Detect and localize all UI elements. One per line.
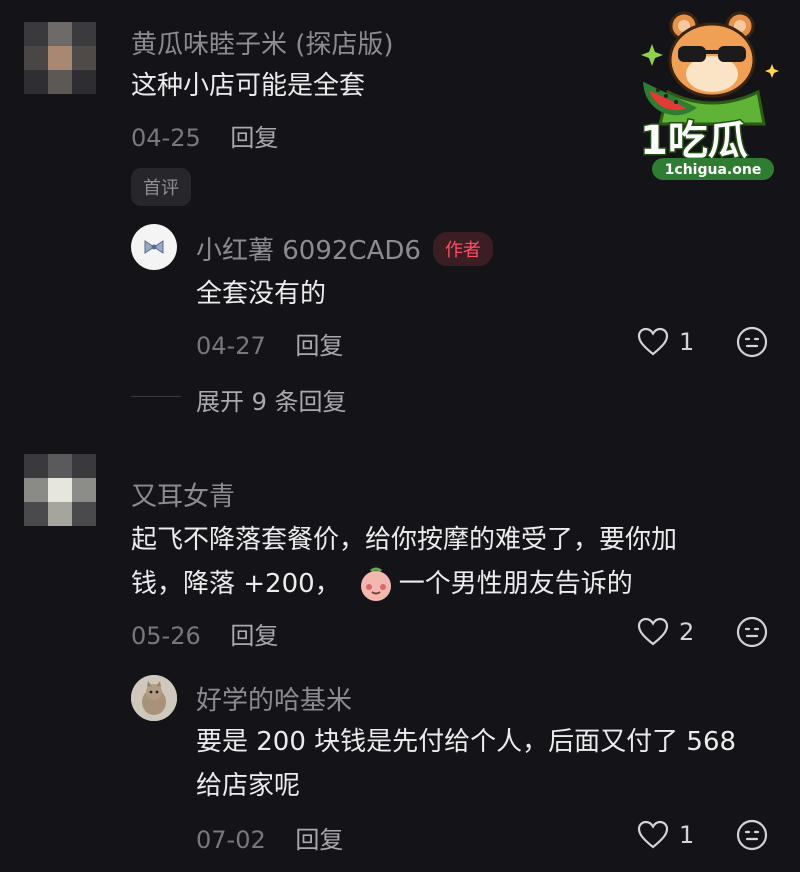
replier-name[interactable]: 小红薯 6092CAD6: [196, 230, 421, 267]
like-button[interactable]: 1: [637, 820, 694, 850]
expand-replies-button[interactable]: 展开 9 条回复: [196, 382, 347, 417]
emoji-react-button[interactable]: [736, 819, 768, 855]
cat-avatar-icon: [131, 675, 177, 721]
commenter-name[interactable]: 黄瓜味睦子米 (探店版): [131, 24, 394, 61]
comment-text-line-1: 起飞不降落套餐价，给你按摩的难受了，要你加: [131, 525, 678, 555]
watermark-logo: 1吃瓜 1chigua.one: [632, 4, 792, 186]
comment-text-part: 一个男性朋友告诉的: [398, 569, 633, 599]
bow-icon: [144, 240, 164, 254]
emoji-react-button[interactable]: [736, 616, 768, 652]
like-button[interactable]: 2: [637, 617, 694, 647]
blush-emoji-icon: [357, 565, 395, 603]
reply-text: 全套没有的: [196, 279, 327, 309]
reply-meta: 07-02 回复: [196, 820, 343, 855]
reply-button[interactable]: 回复: [295, 826, 343, 854]
like-button[interactable]: 1: [637, 327, 694, 357]
reply-button[interactable]: 回复: [230, 124, 278, 152]
reply-text-line-1: 要是 200 块钱是先付给个人，后面又付了 568: [196, 727, 737, 757]
svg-text:1吃瓜: 1吃瓜: [640, 118, 748, 164]
comment-meta: 05-26 回复: [131, 616, 278, 651]
reply-meta: 04-27 回复: [196, 326, 343, 361]
author-badge: 作者: [432, 231, 493, 266]
reply-date: 04-27: [196, 332, 266, 360]
reply-date: 07-02: [196, 826, 266, 854]
svg-text:1chigua.one: 1chigua.one: [665, 162, 762, 178]
heart-icon: [637, 820, 669, 849]
reply-button[interactable]: 回复: [230, 622, 278, 650]
reply-header: 小红薯 6092CAD6 作者: [196, 230, 493, 267]
expand-divider: [131, 396, 181, 397]
like-count: 1: [679, 328, 695, 356]
comment-text-line-2: 钱，降落 +200， 一个男性朋友告诉的: [131, 562, 633, 606]
face-icon: [736, 819, 768, 851]
heart-icon: [637, 617, 669, 646]
reply-button[interactable]: 回复: [295, 332, 343, 360]
avatar[interactable]: [131, 224, 177, 270]
comment-date: 04-25: [131, 124, 201, 152]
face-icon: [736, 616, 768, 648]
like-count: 1: [679, 821, 695, 849]
replier-name[interactable]: 好学的哈基米: [196, 680, 352, 717]
emoji-react-button[interactable]: [736, 326, 768, 362]
commenter-name[interactable]: 又耳女青: [131, 476, 235, 513]
comment-date: 05-26: [131, 622, 201, 650]
comment-meta: 04-25 回复: [131, 118, 278, 153]
avatar-blurred[interactable]: [24, 454, 96, 526]
comment-text-part: 钱，降落 +200，: [131, 569, 341, 599]
comment-text: 这种小店可能是全套: [131, 71, 366, 101]
heart-icon: [637, 327, 669, 356]
hamster-mascot-icon: 1吃瓜 1chigua.one: [639, 11, 779, 180]
avatar-blurred[interactable]: [24, 22, 96, 94]
face-icon: [736, 326, 768, 358]
avatar[interactable]: [131, 675, 177, 721]
first-comment-tag: 首评: [131, 168, 191, 206]
like-count: 2: [679, 618, 695, 646]
reply-text-line-2: 给店家呢: [196, 771, 301, 801]
